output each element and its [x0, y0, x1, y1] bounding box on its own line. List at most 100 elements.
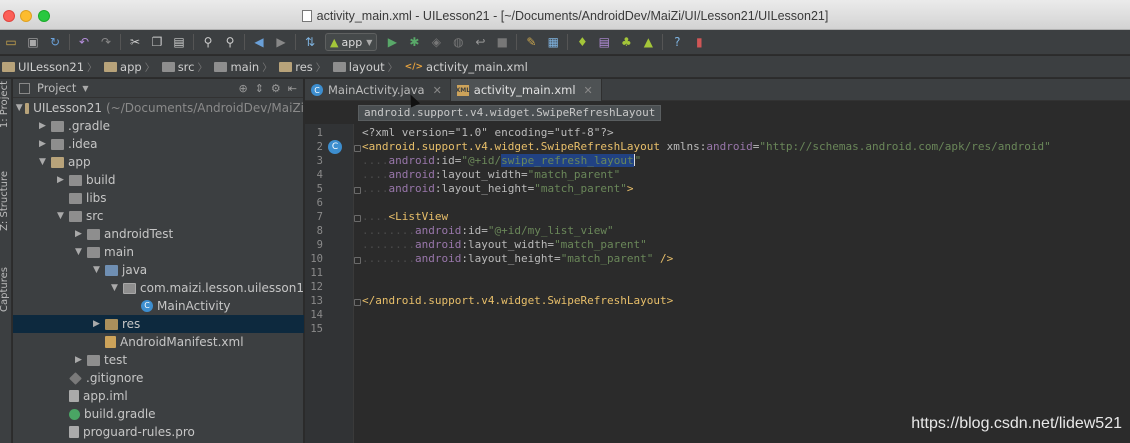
tree-item[interactable]: ▼ app — [13, 153, 304, 171]
captures-tool-tab[interactable]: Captures — [0, 267, 10, 312]
save-all-icon[interactable]: ▣ — [26, 35, 40, 49]
chevron-right-icon[interactable]: ▶ — [39, 121, 49, 131]
folder-icon — [87, 354, 100, 366]
tree-item[interactable]: ▶ .idea — [13, 135, 304, 153]
tree-item-label: libs — [86, 191, 107, 205]
chevron-down-icon[interactable]: ▼ — [75, 247, 85, 257]
breadcrumb-item[interactable]: src 〉 — [161, 59, 213, 74]
back-icon[interactable]: ◀ — [252, 35, 266, 49]
file-icon — [69, 426, 79, 438]
profile-icon[interactable]: ◍ — [451, 35, 465, 49]
line-number: 10 — [310, 253, 323, 265]
folder-icon — [69, 174, 82, 186]
breadcrumb-item[interactable]: main 〉 — [214, 59, 277, 74]
make-project-icon[interactable]: ⇅ — [303, 35, 317, 49]
attach-debugger-icon[interactable]: ↩ — [473, 35, 487, 49]
chevron-down-icon[interactable]: ▼ — [93, 265, 103, 275]
chevron-right-icon[interactable]: ▶ — [75, 229, 85, 239]
tree-item[interactable]: ▼ src — [13, 207, 304, 225]
tree-item[interactable]: build.gradle — [13, 405, 304, 423]
chevron-right-icon[interactable]: ▶ — [93, 319, 103, 329]
redo-icon[interactable]: ↷ — [99, 35, 113, 49]
tree-item[interactable]: AndroidManifest.xml — [13, 333, 304, 351]
open-folder-icon[interactable]: ▭ — [4, 35, 18, 49]
tree-item[interactable]: ▶ test — [13, 351, 304, 369]
chevron-down-icon[interactable]: ▼ — [111, 283, 121, 293]
cls-icon: C — [141, 300, 153, 312]
chevron-down-icon[interactable]: ▼ — [82, 84, 88, 93]
run-configuration-select[interactable]: ▲ app ▼ — [325, 33, 378, 51]
avd-manager-icon[interactable]: ♦ — [575, 35, 589, 49]
fold-marker-icon[interactable] — [354, 145, 361, 152]
chevron-right-icon[interactable]: ▶ — [57, 175, 67, 185]
chevron-right-icon[interactable]: ▶ — [39, 139, 49, 149]
find-icon[interactable]: ⚲ — [201, 35, 215, 49]
close-tab-icon[interactable]: ✕ — [584, 84, 593, 97]
stop-icon[interactable]: ■ — [495, 35, 509, 49]
chevron-down-icon: ▼ — [366, 37, 373, 47]
project-tool-tab[interactable]: 1: Project — [0, 81, 10, 128]
tree-item[interactable]: ▶ res — [13, 315, 304, 333]
gear-icon[interactable]: ⚙ — [271, 82, 281, 95]
device-icon[interactable]: ▮ — [692, 35, 706, 49]
device-monitor-icon[interactable]: ▤ — [597, 35, 611, 49]
fold-marker-icon[interactable] — [354, 215, 361, 222]
hide-panel-icon[interactable]: ⇤ — [288, 82, 297, 95]
tree-item[interactable]: ▼ java — [13, 261, 304, 279]
tree-item[interactable]: app.iml — [13, 387, 304, 405]
chevron-down-icon[interactable]: ▼ — [39, 157, 49, 167]
class-marker-icon[interactable]: C — [328, 140, 342, 154]
tree-item[interactable]: proguard-rules.pro — [13, 423, 304, 441]
breadcrumb-item[interactable]: layout 〉 — [332, 59, 403, 74]
tree-item[interactable]: ▶ .gradle — [13, 117, 304, 135]
paste-icon[interactable]: ▤ — [172, 35, 186, 49]
run-icon[interactable]: ▶ — [385, 35, 399, 49]
breadcrumb-item[interactable]: </> activity_main.xml — [405, 60, 528, 74]
chevron-right-icon[interactable]: ▶ — [75, 355, 85, 365]
scroll-from-source-icon[interactable]: ⊕ — [238, 82, 247, 95]
tree-item[interactable]: .gitignore — [13, 369, 304, 387]
sync-gradle-icon[interactable]: ♣ — [619, 35, 633, 49]
folder-icon — [87, 228, 100, 240]
tree-item[interactable]: ▶ androidTest — [13, 225, 304, 243]
sdk-manager-icon[interactable]: ▦ — [546, 35, 560, 49]
fold-marker-icon[interactable] — [354, 257, 361, 264]
folder-icon — [69, 192, 82, 204]
tree-item[interactable]: ▼ com.maizi.lesson.uilesson1 — [13, 279, 304, 297]
tab-main-activity-java[interactable]: C MainActivity.java ✕ — [305, 79, 451, 101]
breadcrumb-item[interactable]: app 〉 — [104, 59, 160, 74]
tree-item[interactable]: ▼ UILesson21 (~/Documents/AndroidDev/MaiZi — [13, 99, 304, 117]
tree-item[interactable]: C MainActivity — [13, 297, 304, 315]
forward-icon[interactable]: ▶ — [274, 35, 288, 49]
breadcrumb-item[interactable]: UILesson21 〉 — [2, 59, 102, 74]
tree-item[interactable]: libs — [13, 189, 304, 207]
collapse-all-icon[interactable]: ⇕ — [255, 82, 264, 95]
tree-item-path: (~/Documents/AndroidDev/MaiZi — [106, 101, 304, 115]
android-sdk-icon[interactable]: ▲ — [641, 35, 655, 49]
debug-icon[interactable]: ✱ — [407, 35, 421, 49]
sync-icon[interactable]: ↻ — [48, 35, 62, 49]
fold-marker-icon[interactable] — [354, 299, 361, 306]
breadcrumb-item[interactable]: res 〉 — [279, 59, 331, 74]
chevron-down-icon[interactable]: ▼ — [16, 103, 23, 113]
coverage-icon[interactable]: ◈ — [429, 35, 443, 49]
project-view-select[interactable]: Project — [37, 81, 76, 95]
fold-marker-icon[interactable] — [354, 187, 361, 194]
tree-item[interactable]: ▶ build — [13, 171, 304, 189]
close-tab-icon[interactable]: ✕ — [433, 84, 442, 97]
cut-icon[interactable]: ✂ — [128, 35, 142, 49]
chevron-right-icon: 〉 — [387, 63, 398, 74]
git-icon — [69, 371, 82, 385]
project-structure-icon[interactable]: ✎ — [524, 35, 538, 49]
replace-icon[interactable]: ⚲ — [223, 35, 237, 49]
copy-icon[interactable]: ❐ — [150, 35, 164, 49]
structure-tool-tab[interactable]: Z: Structure — [0, 171, 10, 231]
tree-item[interactable]: ▼ main — [13, 243, 304, 261]
project-panel-header: Project ▼ ⊕ ⇕ ⚙ ⇤ — [13, 79, 303, 98]
tab-activity-main-xml[interactable]: XML activity_main.xml ✕ — [450, 79, 602, 101]
undo-icon[interactable]: ↶ — [77, 35, 91, 49]
tree-item-label: AndroidManifest.xml — [120, 335, 244, 349]
help-icon[interactable]: ? — [670, 35, 684, 49]
chevron-down-icon[interactable]: ▼ — [57, 211, 67, 221]
gradle-icon — [69, 408, 80, 420]
